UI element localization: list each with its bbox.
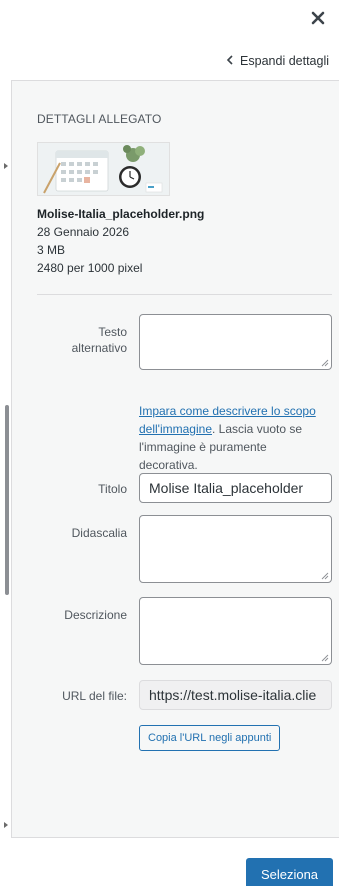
image-dimensions: 2480 per 1000 pixel [37,261,143,275]
scroll-down-arrow-icon[interactable] [4,822,8,828]
caption-label: Didascalia [71,526,127,540]
upload-date: 28 Gennaio 2026 [37,225,130,239]
details-divider [37,294,332,295]
title-label: Titolo [98,482,127,496]
alt-text-field[interactable] [139,314,332,370]
file-url-label: URL del file: [62,689,127,703]
alt-text-label: Testo alternativo [71,325,127,355]
resize-grip-icon[interactable] [321,654,329,662]
select-button[interactable]: Seleziona [246,858,333,886]
attachment-thumbnail [37,142,170,196]
close-button[interactable] [303,3,333,33]
file-url-field[interactable]: https://test.molise-italia.clie [139,680,332,710]
title-field[interactable]: Molise Italia_placeholder [139,473,332,503]
close-icon [311,11,325,25]
chevron-left-icon [226,54,234,68]
resize-grip-icon[interactable] [321,572,329,580]
description-label: Descrizione [64,608,127,622]
expand-details-button[interactable]: Espandi dettagli [226,54,329,68]
alt-text-help: Impara come descrivere lo scopo dell'imm… [139,402,319,474]
resize-grip-icon[interactable] [321,359,329,367]
description-field[interactable] [139,597,332,665]
file-name: Molise-Italia_placeholder.png [37,207,205,221]
expand-details-label: Espandi dettagli [240,54,329,68]
file-size: 3 MB [37,243,66,257]
copy-url-button[interactable]: Copia l'URL negli appunti [139,725,281,751]
caption-field[interactable] [139,515,332,583]
scrollbar-thumb[interactable] [5,405,9,595]
scroll-up-arrow-icon[interactable] [4,163,8,169]
attachment-details-title: DETTAGLI ALLEGATO [37,112,162,126]
